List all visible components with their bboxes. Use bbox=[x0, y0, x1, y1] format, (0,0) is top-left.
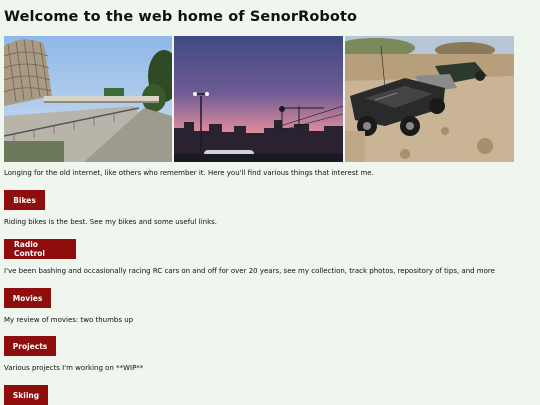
bikes-description: Riding bikes is the best. See my bikes a… bbox=[4, 218, 218, 226]
bikes-button[interactable]: Bikes bbox=[4, 190, 45, 210]
intro-text: Longing for the old internet, like other… bbox=[4, 169, 374, 177]
photo-strip bbox=[4, 36, 514, 162]
projects-description: Various projects I'm working on **WIP** bbox=[4, 364, 144, 372]
radio-control-description: I've been bashing and occasionally racin… bbox=[4, 267, 495, 275]
movies-description: My review of movies: two thumbs up bbox=[4, 316, 134, 324]
radio-control-button[interactable]: Radio Control bbox=[4, 239, 76, 259]
skiing-button[interactable]: Skiing bbox=[4, 385, 48, 405]
projects-button[interactable]: Projects bbox=[4, 336, 56, 356]
sunset-city-photo bbox=[174, 36, 343, 162]
page-title: Welcome to the web home of SenorRoboto bbox=[4, 9, 358, 25]
movies-button[interactable]: Movies bbox=[4, 288, 51, 308]
freeway-building-photo bbox=[4, 36, 172, 162]
rc-cars-photo bbox=[345, 36, 514, 162]
page: Welcome to the web home of SenorRoboto L… bbox=[0, 0, 540, 405]
